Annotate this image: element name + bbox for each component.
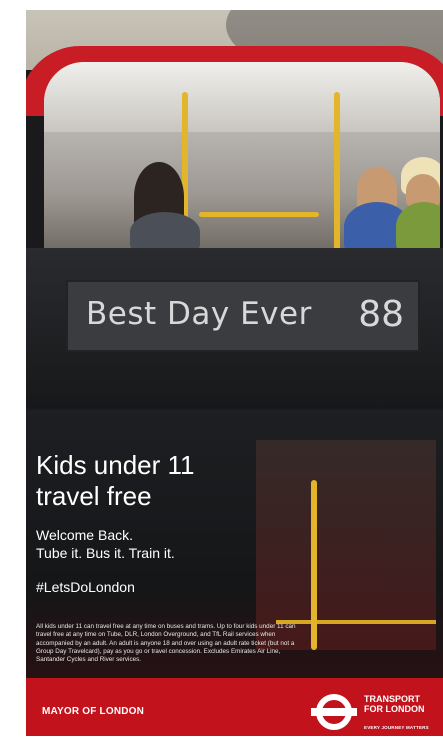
bus-upper-deck-window — [44, 62, 440, 252]
route-number: 88 — [358, 294, 404, 335]
destination-text: Best Day Ever — [86, 296, 312, 332]
subhead-line-1: Welcome Back. — [36, 527, 133, 543]
passenger-adult-body — [130, 212, 200, 252]
subheadline: Welcome Back. Tube it. Bus it. Train it. — [36, 526, 296, 562]
bus-ceiling — [44, 62, 440, 132]
tfl-tagline: EVERY JOURNEY MATTERS — [364, 725, 429, 730]
passenger-child-body — [396, 202, 440, 252]
fine-print: All kids under 11 can travel free at any… — [36, 623, 296, 664]
handrail-pole — [334, 92, 340, 252]
handrail-pole — [311, 480, 317, 650]
subhead-line-2: Tube it. Bus it. Train it. — [36, 545, 175, 561]
headline-line-1: Kids under 11 — [36, 450, 195, 480]
handrail-bar — [276, 620, 436, 624]
headline-line-2: travel free — [36, 481, 152, 511]
tfl-line-1: TRANSPORT — [364, 694, 420, 704]
mayor-of-london-label: MAYOR OF LONDON — [42, 706, 145, 717]
headline: Kids under 11 travel free — [36, 450, 296, 512]
tfl-line-2: FOR LONDON — [364, 704, 425, 714]
hashtag: #LetsDoLondon — [36, 579, 135, 595]
tfl-wordmark: TRANSPORT FOR LONDON — [364, 694, 443, 714]
handrail-bar — [199, 212, 319, 217]
destination-display: Best Day Ever 88 — [66, 280, 420, 352]
tfl-roundel-icon — [311, 694, 357, 730]
